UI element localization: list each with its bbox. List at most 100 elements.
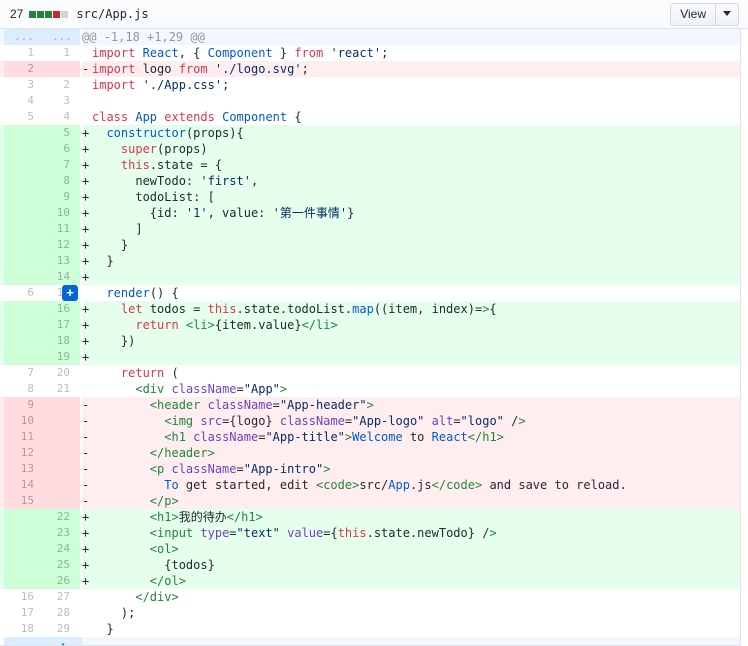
new-line-number: 7	[44, 157, 82, 173]
old-line-number	[0, 317, 44, 333]
diff-code-cell[interactable]: + }	[82, 253, 740, 269]
diff-row-add: 18 + })	[0, 333, 740, 349]
new-line-number: 6	[44, 141, 82, 157]
diff-marker: -	[82, 414, 90, 428]
diff-code-cell[interactable]: + return <li>{item.value}</li>	[82, 317, 740, 333]
diff-code-cell[interactable]: - </p>	[82, 493, 740, 509]
diff-code-cell[interactable]: + ]	[82, 221, 740, 237]
diff-marker	[82, 109, 92, 125]
diff-marker: +	[82, 542, 90, 556]
diff-code-cell[interactable]: + let todos = this.state.todoList.map((i…	[82, 301, 740, 317]
old-line-number: 10	[0, 413, 44, 429]
old-line-number	[0, 637, 44, 645]
new-line-number: 21	[44, 381, 82, 397]
diff-code-cell[interactable]: return (	[82, 365, 740, 381]
chevron-down-icon[interactable]	[716, 2, 739, 26]
diff-marker: +	[82, 206, 90, 220]
diff-marker: +	[82, 174, 90, 188]
diff-code-cell[interactable]: + <ol>	[82, 541, 740, 557]
diff-code-cell[interactable]: + <input type="text" value={this.state.n…	[82, 525, 740, 541]
diff-code-cell[interactable]: + this.state = {	[82, 157, 740, 173]
diff-viewer: 27 src/App.js View ...... @@ -1,18 +1,29 …	[0, 0, 748, 646]
old-line-number: 16	[0, 589, 44, 605]
diff-code-cell[interactable]: </div>	[82, 589, 740, 605]
diff-code-cell[interactable]: + render() {	[62, 285, 740, 301]
diff-code-cell[interactable]: + {todos}	[82, 557, 740, 573]
diff-row-add: 12 + }	[0, 237, 740, 253]
new-line-number[interactable]	[44, 637, 82, 645]
diff-marker: +	[82, 558, 90, 572]
diff-code-cell[interactable]: - <p className="App-intro">	[82, 461, 740, 477]
new-line-number	[44, 493, 82, 509]
diff-code-cell[interactable]: + <h1>我的待办</h1>	[82, 509, 740, 525]
diff-marker	[82, 589, 92, 605]
diff-code-cell[interactable]: import React, { Component } from 'react'…	[82, 45, 740, 61]
diff-code-cell[interactable]	[82, 93, 740, 109]
old-line-number	[0, 557, 44, 573]
diff-marker: +	[82, 190, 90, 204]
diff-code-cell[interactable]: + </ol>	[82, 573, 740, 589]
diff-marker: +	[82, 318, 90, 332]
new-line-number: 3	[44, 93, 82, 109]
diff-row-del: 11 - <h1 className="App-title">Welcome to…	[0, 429, 740, 445]
diff-code-cell[interactable]: <div className="App">	[82, 381, 740, 397]
diff-row-ctx: 8 21 <div className="App">	[0, 381, 740, 397]
new-line-number: 16	[44, 301, 82, 317]
diff-marker	[82, 77, 92, 93]
diff-row-add: 8 + newTodo: 'first',	[0, 173, 740, 189]
diff-marker: +	[82, 222, 90, 236]
new-line-number: 11	[44, 221, 82, 237]
new-line-number: 28	[44, 605, 82, 621]
diff-code-cell[interactable]: + newTodo: 'first',	[82, 173, 740, 189]
old-line-number: 8	[0, 381, 44, 397]
diff-row-ctx: 18 29 }	[0, 621, 740, 637]
diff-code-cell[interactable]: - To get started, edit <code>src/App.js<…	[82, 477, 740, 493]
diff-code-cell[interactable]: + constructor(props){	[82, 125, 740, 141]
diff-row-add: 7 + this.state = {	[0, 157, 740, 173]
diff-table-wrapper: ...... @@ -1,18 +1,29 @@ 1 1 import React, …	[0, 29, 741, 646]
view-button-group: View	[670, 2, 739, 26]
new-line-number: 17	[44, 317, 82, 333]
new-line-number	[44, 61, 82, 77]
diffstat-square-add	[37, 10, 45, 18]
diff-code-cell[interactable]: + super(props)	[82, 141, 740, 157]
new-line-number: 22	[44, 509, 82, 525]
diff-marker: +	[82, 510, 90, 524]
new-line-number	[44, 461, 82, 477]
diff-row-add: 9 + todoList: [	[0, 189, 740, 205]
diff-code-cell[interactable]: + {id: '1', value: '第一件事情'}	[82, 205, 740, 221]
diff-marker	[82, 45, 92, 61]
diff-code-cell[interactable]: + })	[82, 333, 740, 349]
new-line-number: 14	[44, 269, 82, 285]
old-line-number	[0, 237, 44, 253]
file-path[interactable]: src/App.js	[76, 7, 148, 21]
diff-code-cell[interactable]: @@ -1,18 +1,29 @@	[82, 29, 740, 45]
diff-code-cell[interactable]: + todoList: [	[82, 189, 740, 205]
new-line-number	[44, 429, 82, 445]
add-comment-button[interactable]: +	[62, 285, 78, 301]
diff-code-cell[interactable]: + }	[82, 237, 740, 253]
diff-marker: +	[82, 526, 90, 540]
diff-code-cell[interactable]: +	[82, 349, 740, 365]
diff-code-cell[interactable]: );	[82, 605, 740, 621]
diff-row-ctx: 11 import React, { Component } from 'rea…	[0, 45, 740, 61]
diff-code-cell[interactable]: - import logo from './logo.svg';	[82, 61, 740, 77]
diff-code-cell[interactable]: import './App.css';	[82, 77, 740, 93]
old-line-number	[0, 301, 44, 317]
new-line-number	[44, 477, 82, 493]
diff-marker: -	[82, 62, 90, 76]
diff-code-cell[interactable]: }	[82, 621, 740, 637]
diff-code-cell[interactable]: class App extends Component {	[82, 109, 740, 125]
diff-marker: -	[82, 446, 90, 460]
old-line-number: 11	[0, 429, 44, 445]
diff-marker: +	[82, 334, 90, 348]
diff-code-cell[interactable]: - </header>	[82, 445, 740, 461]
old-line-number	[0, 253, 44, 269]
old-line-number	[0, 157, 44, 173]
new-line-number: 20	[44, 365, 82, 381]
diff-code-cell[interactable]: +	[82, 269, 740, 285]
diff-code-cell[interactable]: - <h1 className="App-title">Welcome to R…	[82, 429, 740, 445]
diff-code-cell[interactable]: - <header className="App-header">	[82, 397, 740, 413]
view-button[interactable]: View	[670, 2, 716, 26]
diff-code-cell[interactable]: - <img src={logo} className="App-logo" a…	[82, 413, 740, 429]
